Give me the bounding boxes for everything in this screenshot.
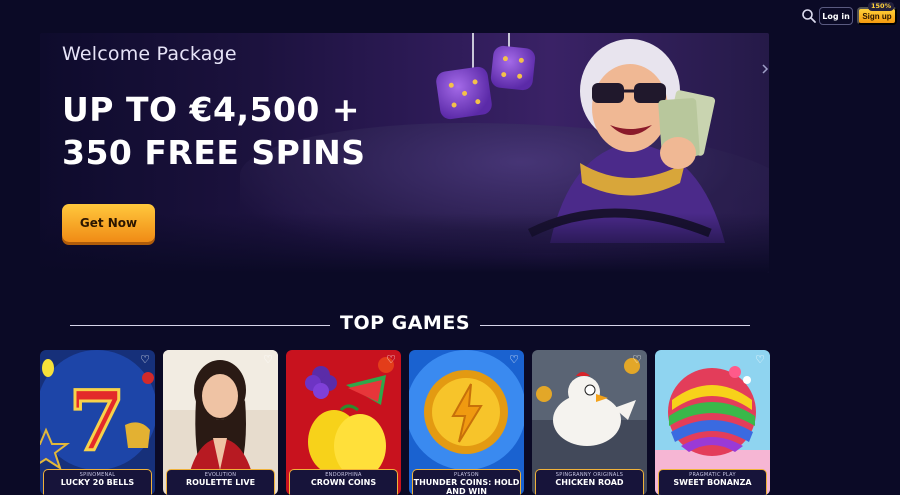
game-card-info: Pragmatic Play SWEET BONANZA	[658, 469, 767, 495]
game-card-lucky-20-bells[interactable]: 7 ♡ Spinomenal LUCKY 20 BELLS	[40, 350, 155, 495]
game-name: SWEET BONANZA	[673, 478, 752, 487]
search-icon[interactable]	[801, 8, 817, 24]
favorite-heart-icon[interactable]: ♡	[508, 354, 520, 366]
game-card-sweet-bonanza[interactable]: ♡ Pragmatic Play SWEET BONANZA	[655, 350, 770, 495]
hero-headline: UP TO €4,500 + 350 FREE SPINS	[62, 88, 366, 174]
favorite-heart-icon[interactable]: ♡	[754, 354, 766, 366]
hero-banner[interactable]: Welcome Package UP TO €4,500 + 350 FREE …	[40, 33, 769, 273]
divider-right	[480, 325, 750, 326]
divider-left	[70, 325, 330, 326]
signup-bonus-badge: 150%	[868, 2, 895, 11]
favorite-heart-icon[interactable]: ♡	[631, 354, 643, 366]
game-card-info: Endorphina CROWN COINS	[289, 469, 398, 495]
top-games-row: 7 ♡ Spinomenal LUCKY 20 BELLS ♡ Evolutio…	[40, 350, 770, 495]
game-card-info: Spinomenal LUCKY 20 BELLS	[43, 469, 152, 495]
hero-eyebrow: Welcome Package	[62, 43, 237, 65]
game-card-crown-coins[interactable]: ♡ Endorphina CROWN COINS	[286, 350, 401, 495]
game-name: THUNDER COINS: HOLD AND WIN	[413, 478, 520, 495]
game-name: ROULETTE LIVE	[185, 478, 256, 487]
login-button[interactable]: Log in	[819, 7, 853, 25]
game-card-chicken-road[interactable]: ♡ Spingranny Originals CHICKEN ROAD	[532, 350, 647, 495]
game-card-info: Playson THUNDER COINS: HOLD AND WIN	[412, 469, 521, 495]
section-title: TOP GAMES	[339, 312, 471, 334]
favorite-heart-icon[interactable]: ♡	[262, 354, 274, 366]
game-card-thunder-coins[interactable]: ♡ Playson THUNDER COINS: HOLD AND WIN	[409, 350, 524, 495]
carousel-chevron-icon[interactable]	[761, 64, 769, 74]
headline-line-2: 350 FREE SPINS	[62, 133, 366, 172]
favorite-heart-icon[interactable]: ♡	[139, 354, 151, 366]
top-bar: Log in Sign up 150%	[0, 0, 900, 33]
svg-text:7: 7	[68, 374, 125, 470]
game-card-info: Evolution ROULETTE LIVE	[166, 469, 275, 495]
game-card-roulette-live[interactable]: ♡ Evolution ROULETTE LIVE	[163, 350, 278, 495]
game-name: CHICKEN ROAD	[555, 478, 624, 487]
headline-line-1: UP TO €4,500 +	[62, 90, 361, 129]
favorite-heart-icon[interactable]: ♡	[385, 354, 397, 366]
top-games-header: TOP GAMES	[40, 312, 769, 338]
game-card-info: Spingranny Originals CHICKEN ROAD	[535, 469, 644, 495]
granny-driver-illustration	[527, 39, 725, 243]
get-now-button[interactable]: Get Now	[62, 204, 155, 242]
game-name: LUCKY 20 BELLS	[60, 478, 135, 487]
game-name: CROWN COINS	[310, 478, 377, 487]
